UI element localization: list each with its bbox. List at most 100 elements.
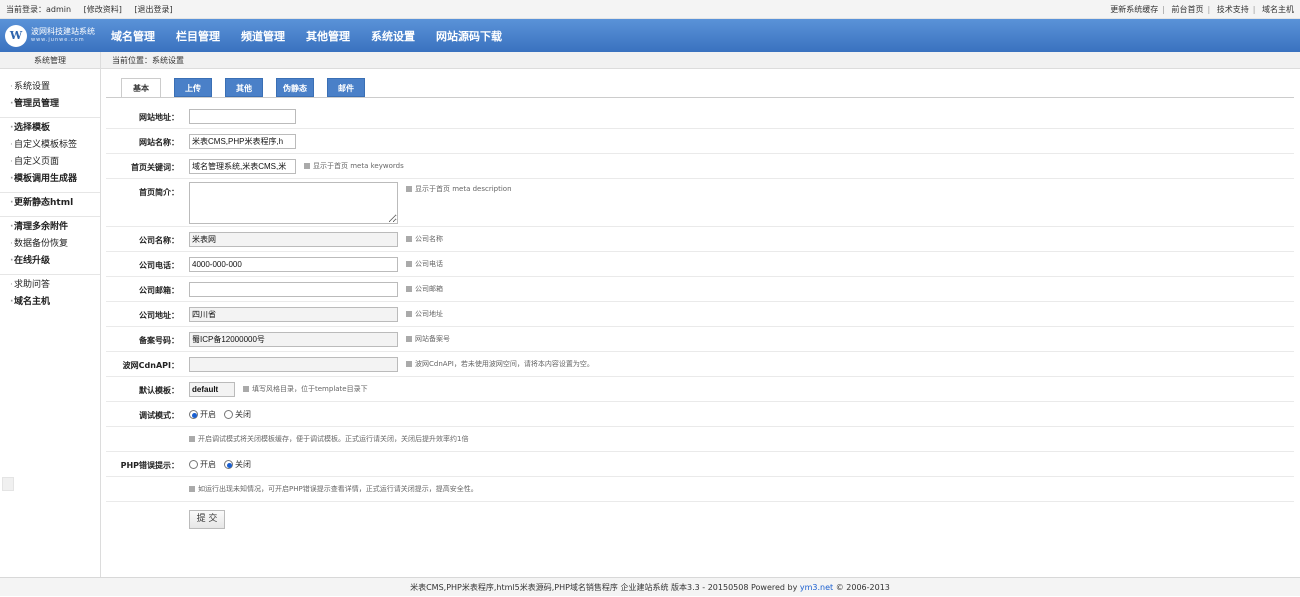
- hint-icon: [406, 286, 412, 292]
- sidebar-item-select-template[interactable]: 选择模板: [0, 120, 100, 137]
- radio-icon: [189, 460, 198, 469]
- logout-link[interactable]: [退出登录]: [134, 5, 172, 14]
- phone-label: 公司电话：: [139, 261, 179, 270]
- keywords-hint-text: 显示于首页 meta keywords: [313, 162, 404, 170]
- debug-off-radio[interactable]: 关闭: [224, 407, 251, 422]
- footer-brand-link[interactable]: ym3.net: [800, 583, 833, 592]
- php-error-on-radio[interactable]: 开启: [189, 457, 216, 472]
- tech-support-link[interactable]: 技术支持: [1217, 5, 1249, 14]
- separator: |: [1162, 4, 1165, 14]
- site-url-input[interactable]: [189, 109, 296, 124]
- form-row-site-name: 网站名称： 米表CMS,PHP米表程序,h: [106, 129, 1294, 154]
- form-row-keywords: 首页关键词： 域名管理系统,米表CMS,米 显示于首页 meta keyword…: [106, 154, 1294, 179]
- hint-icon: [406, 186, 412, 192]
- top-bar-right: 更新系统缓存 | 前台首页 | 技术支持 | 域名主机: [1106, 4, 1294, 15]
- form-row-template: 默认模板： default 填写风格目录，位于template目录下: [106, 377, 1294, 402]
- email-label: 公司邮箱：: [139, 286, 179, 295]
- template-hint: 填写风格目录，位于template目录下: [243, 382, 368, 397]
- nav-source-download[interactable]: 网站源码下载: [436, 28, 502, 44]
- tab-pseudo-static[interactable]: 伪静态: [276, 78, 314, 97]
- keywords-hint: 显示于首页 meta keywords: [304, 159, 404, 174]
- sidebar-item-clean-attachments[interactable]: 清理多余附件: [0, 219, 100, 236]
- sidebar-item-update-static-html[interactable]: 更新静态html: [0, 195, 100, 212]
- debug-note-text: 开启调试模式将关闭模板缓存，便于调试模板。正式运行请关闭，关闭后提升效率约1倍: [198, 435, 469, 443]
- php-error-off-radio[interactable]: 关闭: [224, 457, 251, 472]
- sidebar-item-admin-management[interactable]: 管理员管理: [0, 96, 100, 113]
- description-textarea[interactable]: [189, 182, 398, 224]
- description-label: 首页简介：: [139, 188, 179, 197]
- sidebar-item-system-settings[interactable]: 系统设置: [0, 79, 100, 96]
- phone-input[interactable]: 4000-000-000: [189, 257, 398, 272]
- description-hint: 显示于首页 meta description: [406, 182, 512, 197]
- tab-basic[interactable]: 基本: [121, 78, 161, 98]
- nav-menu: 域名管理 栏目管理 频道管理 其他管理 系统设置 网站源码下载: [111, 28, 523, 44]
- sidebar-item-domain-host[interactable]: 域名主机: [0, 294, 100, 311]
- sidebar-item-custom-template-tags[interactable]: 自定义模板标签: [0, 137, 100, 154]
- sub-header: 系统管理 当前位置：系统设置: [0, 52, 1300, 69]
- nav-system-settings[interactable]: 系统设置: [371, 28, 415, 44]
- sidebar-item-data-backup[interactable]: 数据备份恢复: [0, 236, 100, 253]
- form-row-submit: 提 交: [106, 502, 1294, 542]
- hint-icon: [189, 486, 195, 492]
- sidebar-toggle-handle[interactable]: [2, 477, 14, 491]
- phone-hint-text: 公司电话: [415, 260, 443, 268]
- sidebar-group: 系统设置 管理员管理: [0, 77, 100, 118]
- footer-copyright: © 2006-2013: [835, 583, 890, 592]
- footer: 米表CMS,PHP米表程序,html5米表源码,PHP域名销售程序 企业建站系统…: [0, 577, 1300, 596]
- form-row-icp: 备案号码： 蜀ICP备12000000号 网站备案号: [106, 327, 1294, 352]
- form-row-debug: 调试模式： 开启 关闭: [106, 402, 1294, 427]
- icp-label: 备案号码：: [139, 336, 179, 345]
- nav-channel-management[interactable]: 频道管理: [241, 28, 285, 44]
- hint-icon: [243, 386, 249, 392]
- address-input[interactable]: 四川省: [189, 307, 398, 322]
- logo-icon: W: [5, 24, 27, 47]
- sidebar: 系统设置 管理员管理 选择模板 自定义模板标签 自定义页面 模板调用生成器 更新…: [0, 69, 101, 577]
- domain-host-link[interactable]: 域名主机: [1262, 5, 1294, 14]
- keywords-input[interactable]: 域名管理系统,米表CMS,米: [189, 159, 296, 174]
- site-name-input[interactable]: 米表CMS,PHP米表程序,h: [189, 134, 296, 149]
- settings-form: 网站地址： 网站名称： 米表CMS,PHP米表程序,h 首页关键词： 域名管理系…: [106, 104, 1294, 542]
- radio-icon-checked: [224, 460, 233, 469]
- template-input[interactable]: default: [189, 382, 235, 397]
- radio-icon: [224, 410, 233, 419]
- frontend-home-link[interactable]: 前台首页: [1172, 5, 1204, 14]
- address-label: 公司地址：: [139, 311, 179, 320]
- address-hint: 公司地址: [406, 307, 443, 322]
- sidebar-group: 选择模板 自定义模板标签 自定义页面 模板调用生成器: [0, 118, 100, 193]
- logo-url: www.junwe.com: [31, 37, 85, 43]
- email-input[interactable]: [189, 282, 398, 297]
- tab-other[interactable]: 其他: [225, 78, 263, 97]
- icp-input[interactable]: 蜀ICP备12000000号: [189, 332, 398, 347]
- cdn-hint-text: 波网CdnAPI，若未使用波网空间，请将本内容设置为空。: [415, 360, 594, 368]
- cdn-hint: 波网CdnAPI，若未使用波网空间，请将本内容设置为空。: [406, 357, 594, 372]
- logo[interactable]: W 波网科技建站系统 www.junwe.com: [0, 19, 101, 52]
- tab-mail[interactable]: 邮件: [327, 78, 365, 97]
- update-cache-link[interactable]: 更新系统缓存: [1110, 5, 1158, 14]
- submit-button[interactable]: 提 交: [189, 510, 225, 529]
- nav-column-management[interactable]: 栏目管理: [176, 28, 220, 44]
- separator: |: [1252, 4, 1256, 14]
- sidebar-item-online-upgrade[interactable]: 在线升级: [0, 253, 100, 270]
- company-input[interactable]: 米表网: [189, 232, 398, 247]
- edit-profile-link[interactable]: [修改资料]: [84, 5, 122, 14]
- nav-other-management[interactable]: 其他管理: [306, 28, 350, 44]
- top-bar: 当前登录：admin [修改资料] [退出登录] 更新系统缓存 | 前台首页 | 技…: [0, 0, 1300, 19]
- sidebar-item-custom-page[interactable]: 自定义页面: [0, 154, 100, 171]
- main-nav: W 波网科技建站系统 www.junwe.com 域名管理 栏目管理 频道管理 …: [0, 19, 1300, 52]
- tab-upload[interactable]: 上传: [174, 78, 212, 97]
- icp-hint-text: 网站备案号: [415, 335, 450, 343]
- form-row-email: 公司邮箱： 公司邮箱: [106, 277, 1294, 302]
- sidebar-group: 求助问答 域名主机: [0, 275, 100, 315]
- form-row-description: 首页简介： 显示于首页 meta description: [106, 179, 1294, 227]
- cdn-label: 波网CdnAPI：: [122, 361, 179, 370]
- hint-icon: [406, 336, 412, 342]
- hint-icon: [304, 163, 310, 169]
- sidebar-item-template-generator[interactable]: 模板调用生成器: [0, 171, 100, 188]
- radio-icon-checked: [189, 410, 198, 419]
- debug-on-radio[interactable]: 开启: [189, 407, 216, 422]
- sidebar-item-help-qa[interactable]: 求助问答: [0, 277, 100, 294]
- nav-domain-management[interactable]: 域名管理: [111, 28, 155, 44]
- logo-title: 波网科技建站系统: [31, 27, 95, 36]
- hint-icon: [406, 236, 412, 242]
- cdn-input[interactable]: [189, 357, 398, 372]
